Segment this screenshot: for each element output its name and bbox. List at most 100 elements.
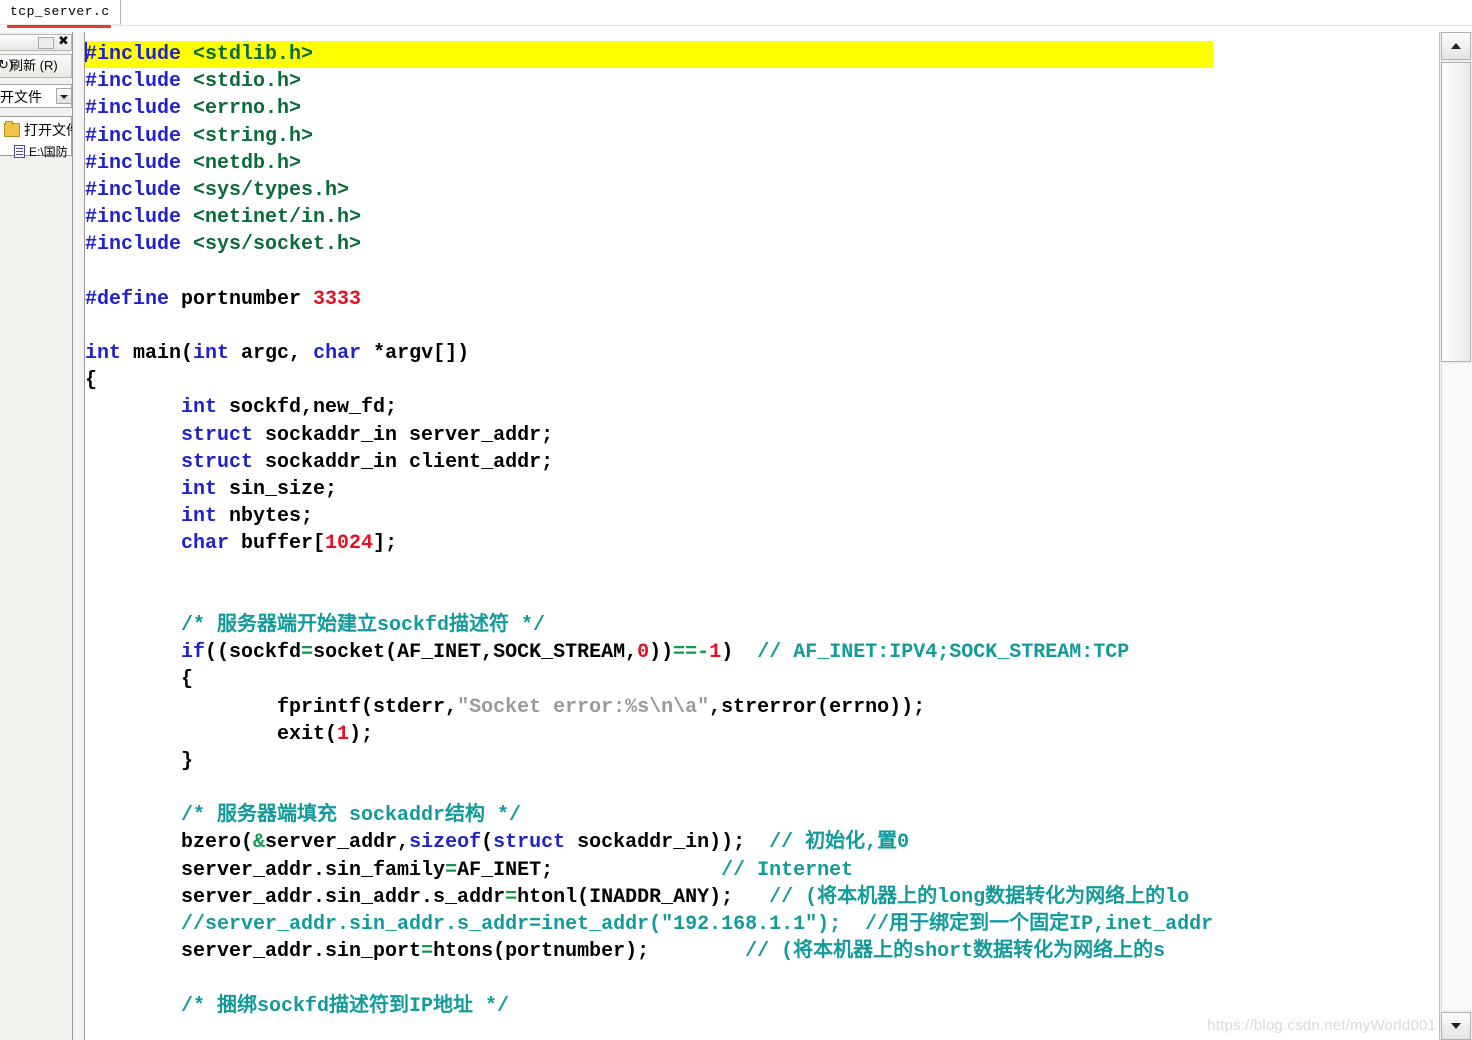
tree-item-label: 打开文件: [24, 122, 72, 138]
code-line: /* 服务器端开始建立sockfd描述符 */: [85, 612, 1213, 639]
tree-item-open-file[interactable]: 打开文件: [4, 120, 72, 140]
code-token: char: [181, 532, 230, 556]
code-token: 1: [709, 641, 722, 665]
code-token: =: [505, 885, 518, 909]
code-token: ];: [373, 532, 398, 556]
code-token: sockaddr_in server_addr;: [253, 423, 554, 447]
code-token: // (将本机器上的short数据转化为网络上的s: [745, 940, 1166, 964]
code-token: #include: [85, 178, 182, 202]
code-token: <netinet/in.h>: [193, 206, 362, 230]
code-line: #include <string.h>: [85, 123, 1213, 150]
code-token: (: [481, 831, 494, 855]
code-token: &: [253, 831, 266, 855]
code-token: fprintf(stderr,: [85, 695, 458, 719]
code-token: )): [649, 641, 674, 665]
code-token: <sys/types.h>: [193, 178, 350, 202]
code-token: /* 捆绑sockfd描述符到IP地址 */: [181, 994, 510, 1018]
code-line: struct sockaddr_in server_addr;: [85, 422, 1213, 449]
code-token: //server_addr.sin_addr.s_addr=inet_addr(…: [85, 913, 1214, 936]
code-token: nbytes;: [217, 505, 314, 529]
code-line: /* 服务器端填充 sockaddr结构 */: [85, 802, 1213, 829]
vertical-scrollbar[interactable]: [1439, 32, 1472, 1040]
document-icon: [14, 144, 25, 158]
code-line: #include <stdio.h>: [85, 68, 1213, 95]
code-token: {: [85, 369, 98, 393]
code-token: #include: [85, 206, 182, 230]
code-token: buffer[: [229, 532, 326, 556]
code-token: #include: [85, 233, 182, 257]
code-token: =: [445, 858, 458, 882]
code-token: int: [181, 396, 218, 420]
scroll-up-arrow-icon[interactable]: [1441, 32, 1471, 60]
code-token: );: [349, 722, 374, 746]
code-token: =: [421, 940, 434, 964]
code-token: #include: [85, 151, 182, 175]
code-token: server_addr.sin_port: [85, 940, 422, 964]
code-line: bzero(&server_addr,sizeof(struct sockadd…: [85, 829, 1213, 856]
code-token: #include: [85, 124, 182, 148]
code-line: int nbytes;: [85, 503, 1213, 530]
code-token: if: [181, 641, 206, 665]
code-token: /* 服务器端开始建立sockfd描述符 */: [181, 613, 546, 637]
tab-strip: tcp_server.c: [0, 0, 1472, 30]
code-token: #define: [85, 287, 170, 311]
scrollbar-thumb[interactable]: [1441, 62, 1471, 362]
code-token: // 初始化,置0: [769, 831, 910, 855]
scroll-down-arrow-icon[interactable]: [1441, 1012, 1471, 1040]
code-token: <sys/socket.h>: [193, 233, 362, 257]
code-token: socket(AF_INET,SOCK_STREAM,: [313, 641, 638, 665]
code-token: 3333: [313, 287, 362, 311]
code-token: exit(: [85, 722, 338, 746]
tab-tcp-server-c[interactable]: tcp_server.c: [0, 0, 121, 25]
tree-item-drive-path[interactable]: E:\国防: [14, 142, 68, 160]
code-token: sockaddr_in));: [565, 831, 770, 855]
code-token: <errno.h>: [193, 97, 302, 121]
code-token: *argv[]): [361, 342, 470, 366]
app-window: tcp_server.c ✖ ↻) 刷新 (R) 开文件 打开文件 E:\国防 …: [0, 0, 1472, 1040]
chevron-down-icon[interactable]: [56, 88, 72, 104]
code-token: "Socket error:%s\n\a": [457, 695, 710, 719]
code-token: bzero(: [85, 831, 254, 855]
code-editor[interactable]: #include <stdlib.h> #include <stdio.h> #in…: [85, 32, 1440, 1040]
code-token: main(: [121, 342, 194, 366]
code-line: /* 捆绑sockfd描述符到IP地址 */: [85, 993, 1213, 1020]
code-token: <stdio.h>: [193, 70, 302, 94]
code-token: htons(portnumber);: [433, 940, 746, 964]
code-line: int main(int argc, char *argv[]): [85, 340, 1213, 367]
close-icon[interactable]: ✖: [57, 34, 70, 48]
code-line: char buffer[1024];: [85, 530, 1213, 557]
code-token: // AF_INET:IPV4;SOCK_STREAM:TCP: [757, 641, 1130, 665]
panel-splitter[interactable]: [73, 32, 85, 1040]
code-line: //server_addr.sin_addr.s_addr=inet_addr(…: [85, 911, 1213, 938]
tree-item-label: E:\国防: [29, 144, 68, 159]
code-token: portnumber: [169, 287, 314, 311]
code-line: #define portnumber 3333: [85, 286, 1213, 313]
scrollbar-track[interactable]: [1441, 364, 1472, 1010]
code-token: int: [85, 342, 122, 366]
minimize-button[interactable]: [38, 37, 54, 49]
code-token: int: [181, 505, 218, 529]
code-token: sockfd,new_fd;: [217, 396, 398, 420]
code-line: #include <stdlib.h>: [85, 41, 1214, 69]
code-token: AF_INET;: [457, 858, 722, 882]
code-line: exit(1);: [85, 721, 1213, 748]
code-token: struct: [493, 831, 566, 855]
code-text: #include <stdlib.h> #include <stdio.h> #in…: [85, 41, 1214, 1020]
refresh-button[interactable]: 刷新 (R): [10, 57, 72, 75]
file-type-combobox-value: 开文件: [0, 89, 42, 105]
code-line: #include <sys/socket.h>: [85, 231, 1213, 258]
code-token: server_addr,: [265, 831, 410, 855]
